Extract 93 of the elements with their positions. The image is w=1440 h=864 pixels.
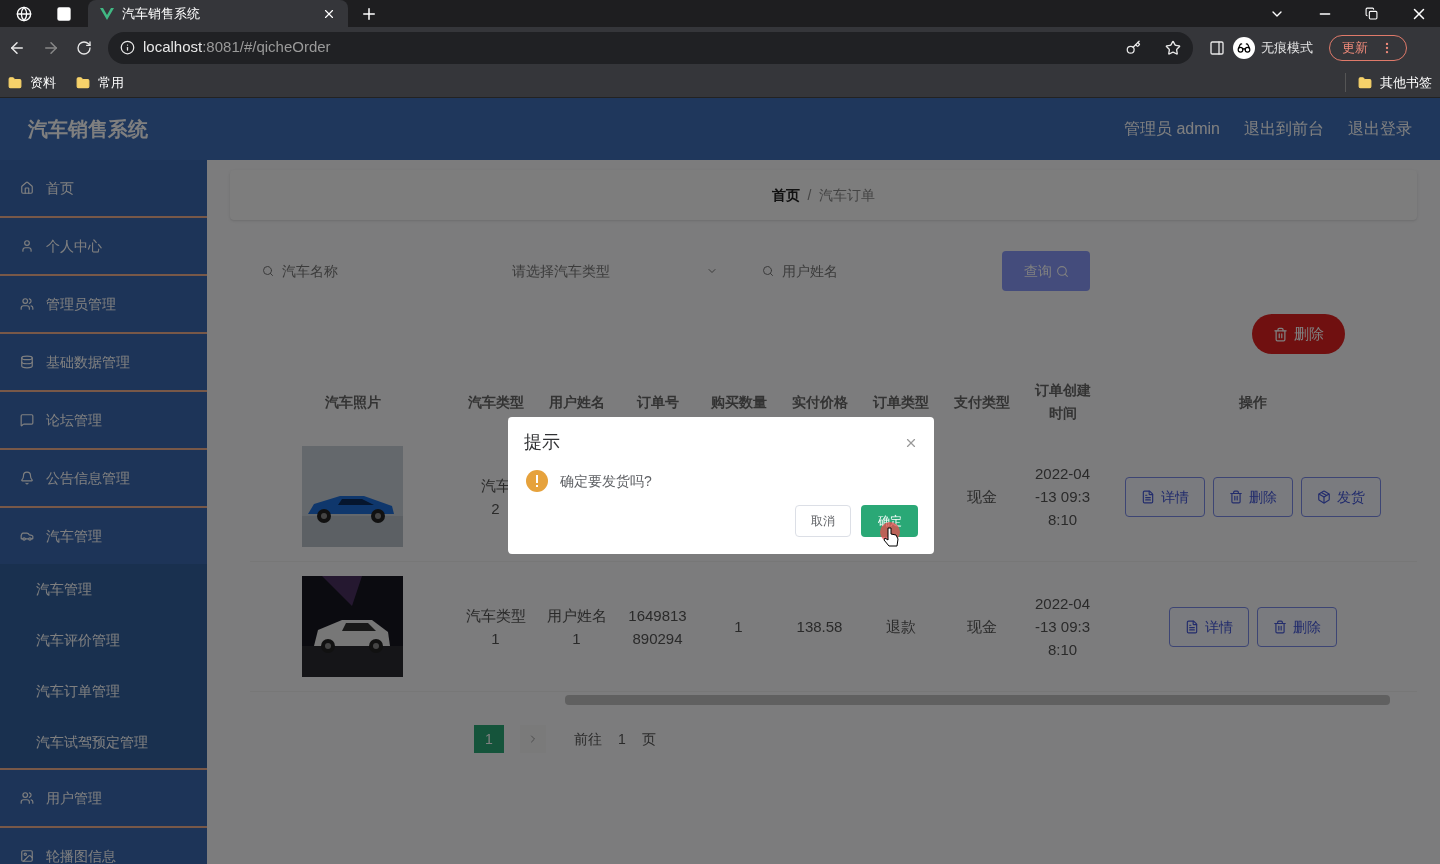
incognito-label: 无痕模式 xyxy=(1261,38,1313,57)
app-title: 汽车销售系统 xyxy=(28,117,148,142)
document-icon xyxy=(1185,619,1199,634)
header-link[interactable]: 管理员 admin xyxy=(1123,117,1220,141)
url-text: localhost:8081/#/qicheOrder xyxy=(143,37,331,58)
side-panel-icon[interactable] xyxy=(1209,39,1225,56)
breadcrumb-separator: / xyxy=(807,185,812,205)
menu-icon xyxy=(20,297,34,311)
sidebar-item[interactable]: 基础数据管理 xyxy=(46,351,130,373)
header-link[interactable]: 退出登录 xyxy=(1348,117,1412,141)
menu-icon xyxy=(20,181,34,195)
table-cell-text: 现金 xyxy=(966,617,997,637)
folder-icon[interactable] xyxy=(8,75,22,90)
table-cell-text: 汽车类型 1 xyxy=(465,605,526,649)
breadcrumb-link[interactable]: 首页 xyxy=(771,184,800,206)
column-header: 用户姓名 xyxy=(547,392,606,412)
sidebar-item[interactable]: 论坛管理 xyxy=(46,409,102,431)
column-header: 订单类型 xyxy=(871,392,930,412)
other-bookmarks[interactable]: 其他书签 xyxy=(1380,72,1432,93)
sidebar-item[interactable]: 个人中心 xyxy=(46,235,102,257)
goto-label: 前往 xyxy=(574,729,602,749)
cancel-button[interactable]: 取消 xyxy=(795,505,851,537)
dialog-title: 提示 xyxy=(524,431,560,454)
table-cell-text: 2022-04 -13 09:3 8:10 xyxy=(1034,464,1091,530)
table-cell-text: 1649813 890294 xyxy=(628,605,687,649)
sidebar-subitem[interactable]: 汽车订单管理 xyxy=(36,681,120,702)
bookmark-item[interactable]: 常用 xyxy=(98,72,124,93)
bookmark-star-icon[interactable] xyxy=(1165,39,1181,56)
page-unit-label: 页 xyxy=(642,729,656,749)
bookmark-item[interactable]: 资料 xyxy=(30,72,56,93)
restore-icon[interactable] xyxy=(1365,7,1378,20)
sidebar-item[interactable]: 汽车管理 xyxy=(46,525,102,547)
column-header: 汽车类型 xyxy=(466,392,525,412)
delete-button[interactable]: 删除 xyxy=(1213,476,1293,517)
column-header: 订单号 xyxy=(635,392,680,412)
reload-icon[interactable] xyxy=(76,39,92,56)
table-cell-text: 退款 xyxy=(885,617,916,637)
key-icon[interactable] xyxy=(1126,40,1141,55)
column-header: 操作 xyxy=(1238,392,1268,412)
page-button[interactable]: 1 xyxy=(474,725,504,753)
menu-icon xyxy=(20,471,34,485)
table-cell-text: 2022-04 -13 09:3 8:10 xyxy=(1034,594,1091,660)
delete-button[interactable]: 删除 xyxy=(1257,606,1337,647)
vue-logo-icon xyxy=(100,7,114,20)
search-icon xyxy=(262,265,274,277)
sidebar-item[interactable]: 轮播图信息 xyxy=(46,845,116,864)
detail-button[interactable]: 详情 xyxy=(1125,476,1205,517)
incognito-icon xyxy=(1233,36,1255,59)
table-cell-text: 用户姓名 1 xyxy=(546,605,607,649)
column-header: 实付价格 xyxy=(790,392,849,412)
sidebar-item[interactable]: 管理员管理 xyxy=(46,293,116,315)
ship-button[interactable]: 发货 xyxy=(1301,476,1381,517)
document-icon xyxy=(1141,489,1155,504)
sidebar-item[interactable]: 首页 xyxy=(46,177,74,199)
search-icon xyxy=(762,265,774,277)
column-header: 汽车照片 xyxy=(323,392,382,412)
column-header: 购买数量 xyxy=(709,392,768,412)
column-header: 订单创建时间 xyxy=(1033,381,1092,423)
horizontal-scrollbar[interactable] xyxy=(565,695,1390,705)
sidebar-item[interactable]: 公告信息管理 xyxy=(46,467,130,489)
detail-button[interactable]: 详情 xyxy=(1169,606,1249,647)
trash-icon xyxy=(1273,619,1287,634)
browser-tab[interactable]: 汽车销售系统 xyxy=(88,0,348,27)
header-link[interactable]: 退出到前台 xyxy=(1244,117,1324,141)
trash-icon xyxy=(1229,489,1243,504)
table-cell-text: 138.58 xyxy=(796,617,843,637)
address-bar[interactable]: localhost:8081/#/qicheOrder xyxy=(108,31,1193,64)
sidebar-subitem[interactable]: 汽车管理 xyxy=(36,579,92,600)
tab-title: 汽车销售系统 xyxy=(122,4,201,23)
warning-icon xyxy=(526,470,548,492)
tab-strip-icon[interactable] xyxy=(56,5,72,22)
sidebar-item[interactable]: 用户管理 xyxy=(46,787,102,809)
trash-icon xyxy=(1273,326,1288,342)
table-cell-text: 1 xyxy=(734,617,743,637)
table-cell-text: 现金 xyxy=(966,487,997,507)
menu-icon xyxy=(20,239,34,253)
goto-page-field[interactable]: 1 xyxy=(602,725,642,753)
menu-icon xyxy=(20,849,34,863)
dialog-message: 确定要发货吗? xyxy=(560,471,652,491)
sidebar-subitem[interactable]: 汽车评价管理 xyxy=(36,630,120,651)
folder-icon[interactable] xyxy=(76,75,90,90)
delete-button[interactable]: 删除 xyxy=(1252,314,1345,354)
menu-icon xyxy=(20,791,34,805)
box-icon xyxy=(1317,489,1331,504)
column-header: 支付类型 xyxy=(952,392,1011,412)
site-info-icon xyxy=(120,40,135,55)
menu-icon xyxy=(20,355,34,369)
search-icon xyxy=(1055,264,1069,278)
globe-icon[interactable] xyxy=(16,5,32,22)
folder-icon[interactable] xyxy=(1358,75,1372,90)
menu-icon xyxy=(20,529,34,543)
sidebar-subitem[interactable]: 汽车试驾预定管理 xyxy=(36,732,148,753)
menu-icon xyxy=(20,413,34,427)
